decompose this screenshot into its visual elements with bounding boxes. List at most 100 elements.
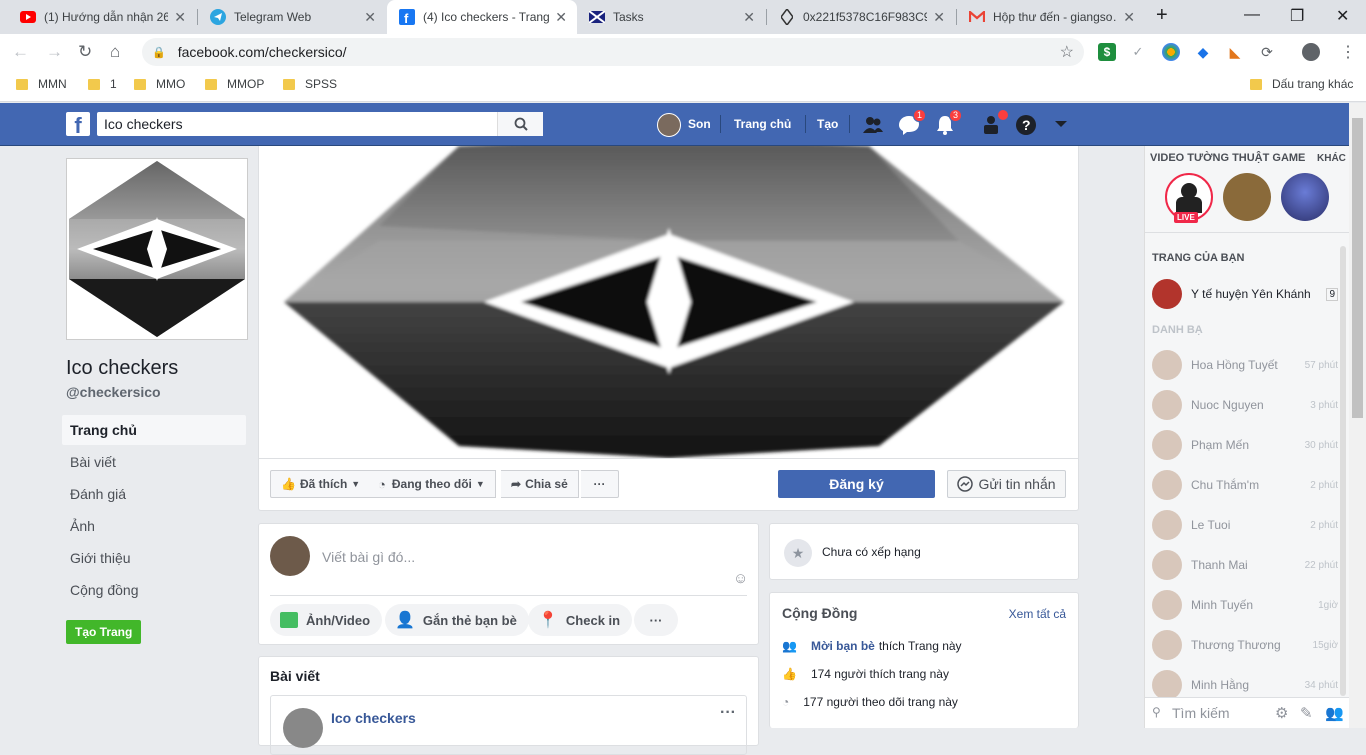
chat-search-input[interactable]: Tìm kiếm bbox=[1172, 705, 1230, 721]
page-profile-picture[interactable] bbox=[66, 158, 248, 340]
composer-more-button[interactable]: ··· bbox=[634, 604, 678, 636]
extension-check-icon[interactable]: ✓ bbox=[1129, 43, 1147, 61]
maximize-button[interactable]: ❐ bbox=[1290, 6, 1304, 26]
contact-item[interactable]: Minh Hằng 34 phút bbox=[1152, 670, 1338, 700]
browser-tab-ethereum[interactable]: 0x221f5378C16F983C9… ✕ bbox=[767, 0, 955, 34]
browser-tab-youtube[interactable]: (1) Hướng dẫn nhận 26… ✕ bbox=[8, 0, 196, 34]
telegram-icon bbox=[210, 9, 226, 25]
close-tab-icon[interactable]: ✕ bbox=[743, 9, 755, 26]
browser-tab-tasks[interactable]: Tasks ✕ bbox=[577, 0, 765, 34]
page-scrollbar-thumb[interactable] bbox=[1352, 118, 1363, 418]
messenger-icon[interactable]: 1 bbox=[898, 109, 926, 136]
left-nav-community[interactable]: Cộng đồng bbox=[62, 575, 246, 605]
following-button[interactable]: ◔ Đang theo dõi ▼ bbox=[368, 470, 496, 498]
bookmark-folder[interactable]: MMOP bbox=[205, 77, 264, 91]
browser-tab-facebook[interactable]: f (4) Ico checkers - Trang… ✕ bbox=[387, 0, 577, 34]
help-icon[interactable]: ? bbox=[1015, 114, 1037, 136]
close-tab-icon[interactable]: ✕ bbox=[174, 9, 186, 26]
other-bookmarks[interactable]: Dấu trang khác bbox=[1250, 77, 1353, 91]
extension-dollar-icon[interactable]: $ bbox=[1098, 43, 1116, 61]
back-icon[interactable]: ← bbox=[12, 42, 29, 62]
group-chat-icon[interactable]: 👥 bbox=[1325, 704, 1344, 722]
page-handle[interactable]: @checkersico bbox=[66, 384, 161, 400]
bookmark-folder[interactable]: 1 bbox=[88, 77, 117, 91]
left-nav-photos[interactable]: Ảnh bbox=[62, 511, 246, 541]
close-tab-icon[interactable]: ✕ bbox=[933, 9, 945, 26]
liked-button[interactable]: 👍 Đã thích ▼ bbox=[270, 470, 372, 498]
star-icon[interactable]: ☆ bbox=[1060, 42, 1074, 62]
close-tab-icon[interactable]: ✕ bbox=[555, 9, 567, 26]
tag-friends-button[interactable]: 👤 Gắn thẻ bạn bè bbox=[385, 604, 529, 636]
share-button[interactable]: ➦ Chia sẻ bbox=[501, 470, 579, 498]
bookmark-folder[interactable]: SPSS bbox=[283, 77, 337, 91]
send-message-button[interactable]: Gửi tin nhắn bbox=[947, 470, 1066, 498]
close-window-button[interactable]: ✕ bbox=[1336, 6, 1349, 26]
friend-requests-icon[interactable] bbox=[862, 114, 884, 136]
contact-item[interactable]: Chu Thắm'm 2 phút bbox=[1152, 470, 1338, 500]
game-video-avatar[interactable] bbox=[1223, 173, 1271, 221]
close-tab-icon[interactable]: ✕ bbox=[364, 9, 376, 26]
contact-item[interactable]: Hoa Hồng Tuyết 57 phút bbox=[1152, 350, 1338, 380]
facebook-logo-icon[interactable]: f bbox=[66, 112, 90, 138]
contact-item[interactable]: Minh Tuyến 1giờ bbox=[1152, 590, 1338, 620]
new-tab-button[interactable]: + bbox=[1156, 4, 1168, 27]
extension-sync-icon[interactable]: ⟳ bbox=[1258, 43, 1276, 61]
contact-item[interactable]: Phạm Mến 30 phút bbox=[1152, 430, 1338, 460]
forward-icon[interactable]: → bbox=[46, 42, 63, 62]
home-link[interactable]: Trang chủ bbox=[734, 117, 791, 131]
browser-tab-telegram[interactable]: Telegram Web ✕ bbox=[198, 0, 386, 34]
bookmark-folder[interactable]: MMO bbox=[134, 77, 185, 91]
left-nav-home[interactable]: Trang chủ bbox=[62, 415, 246, 445]
gear-icon[interactable]: ⚙ bbox=[1275, 704, 1288, 722]
url-bar[interactable]: 🔒 facebook.com/checkersico/ ☆ bbox=[142, 38, 1084, 66]
left-nav-about[interactable]: Giới thiệu bbox=[62, 543, 246, 573]
home-icon[interactable]: ⌂ bbox=[110, 42, 120, 62]
sidebar-scrollbar[interactable] bbox=[1340, 246, 1346, 696]
contact-item[interactable]: Thanh Mai 22 phút bbox=[1152, 550, 1338, 580]
extension-globe-icon[interactable] bbox=[1162, 43, 1180, 61]
close-tab-icon[interactable]: ✕ bbox=[1123, 9, 1135, 26]
post-options-icon[interactable]: ··· bbox=[720, 704, 736, 722]
page-admin-icon[interactable] bbox=[980, 110, 1008, 136]
extension-cap-icon[interactable]: ◆ bbox=[1194, 43, 1212, 61]
see-all-link[interactable]: Xem tất cả bbox=[1009, 607, 1066, 621]
extension-metamask-icon[interactable]: ◣ bbox=[1226, 43, 1244, 61]
tag-friends-icon: 👤 bbox=[395, 612, 415, 629]
create-page-button[interactable]: Tạo Trang bbox=[66, 620, 142, 644]
notifications-icon[interactable]: 3 bbox=[934, 109, 962, 136]
emoji-icon[interactable]: ☺ bbox=[733, 570, 748, 587]
profile-avatar[interactable] bbox=[1302, 43, 1320, 61]
facebook-search-input[interactable]: Ico checkers bbox=[97, 112, 543, 136]
contact-item[interactable]: Nuoc Nguyen 3 phút bbox=[1152, 390, 1338, 420]
post-author-avatar[interactable] bbox=[283, 708, 323, 748]
search-button[interactable] bbox=[497, 112, 543, 136]
subscribe-button[interactable]: Đăng ký bbox=[778, 470, 935, 498]
user-name-link[interactable]: Son bbox=[688, 117, 711, 131]
browser-tab-gmail[interactable]: Hộp thư đến - giangso… ✕ bbox=[957, 0, 1145, 34]
bookmark-folder[interactable]: MMN bbox=[16, 77, 67, 91]
account-menu-caret-icon[interactable] bbox=[1054, 117, 1076, 139]
other-videos-link[interactable]: KHÁC bbox=[1317, 153, 1346, 164]
minimize-button[interactable]: — bbox=[1244, 6, 1260, 24]
cover-photo[interactable] bbox=[259, 146, 1078, 458]
game-video-avatar[interactable] bbox=[1281, 173, 1329, 221]
contact-item[interactable]: Le Tuoi 2 phút bbox=[1152, 510, 1338, 540]
composer-input[interactable]: Viết bài gì đó... bbox=[322, 549, 415, 565]
user-avatar[interactable] bbox=[657, 113, 681, 137]
live-video-avatar[interactable]: LIVE bbox=[1165, 173, 1213, 223]
reload-icon[interactable]: ↻ bbox=[78, 42, 92, 62]
create-link[interactable]: Tạo bbox=[817, 117, 838, 131]
check-in-button[interactable]: 📍 Check in bbox=[528, 604, 633, 636]
left-nav-reviews[interactable]: Đánh giá bbox=[62, 479, 246, 509]
photo-video-button[interactable]: Ảnh/Video bbox=[270, 604, 383, 636]
more-actions-button[interactable]: ··· bbox=[581, 470, 619, 498]
contact-item[interactable]: Thương Thương 15giờ bbox=[1152, 630, 1338, 660]
photo-video-label: Ảnh/Video bbox=[306, 612, 371, 628]
your-page-item[interactable]: Y tế huyện Yên Khánh 9 bbox=[1152, 279, 1338, 309]
invite-friends-link[interactable]: Mời bạn bè bbox=[811, 639, 875, 653]
browser-menu-icon[interactable]: ⋮ bbox=[1340, 42, 1356, 62]
ethereum-icon bbox=[779, 9, 795, 25]
new-message-icon[interactable]: ✎ bbox=[1300, 704, 1313, 722]
left-nav-posts[interactable]: Bài viết bbox=[62, 447, 246, 477]
post-author-name[interactable]: Ico checkers bbox=[331, 710, 416, 726]
